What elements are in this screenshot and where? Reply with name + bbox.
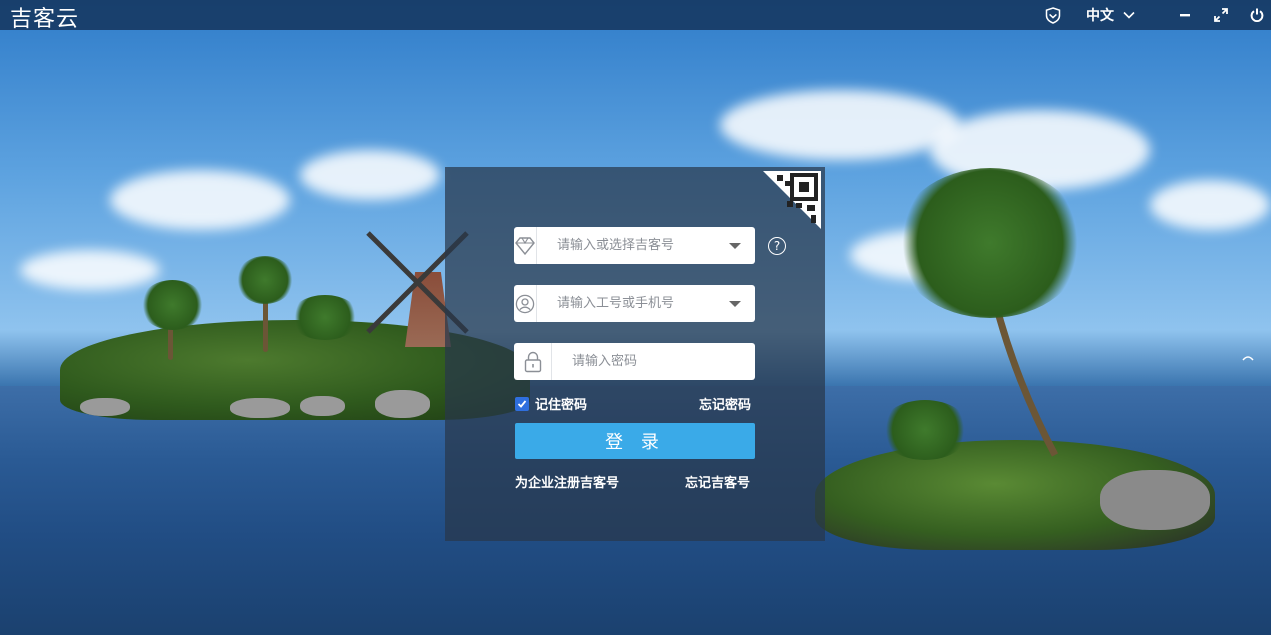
help-icon[interactable]: ? (768, 237, 786, 255)
language-selector[interactable]: 中文 (1086, 0, 1142, 30)
remember-password[interactable]: 记住密码 (515, 394, 587, 413)
account-input[interactable] (537, 229, 729, 262)
password-input[interactable] (552, 345, 755, 378)
maximize-icon (1214, 8, 1228, 22)
chevron-down-icon (1123, 11, 1135, 19)
language-label: 中文 (1086, 8, 1114, 24)
user-input[interactable] (537, 287, 729, 320)
account-dropdown-icon[interactable] (729, 242, 741, 249)
login-button[interactable]: 登 录 (515, 423, 755, 459)
check-icon (517, 399, 527, 408)
shield-icon (1045, 6, 1061, 24)
lock-icon (514, 343, 552, 380)
shield-button[interactable] (1043, 0, 1063, 30)
power-icon (1250, 8, 1264, 22)
app-title: 吉客云 (10, 7, 80, 32)
user-field (514, 285, 755, 322)
diamond-icon (514, 227, 537, 264)
login-panel: ? (445, 167, 825, 541)
password-field (514, 343, 755, 380)
account-field (514, 227, 755, 264)
remember-checkbox[interactable] (515, 396, 529, 411)
user-icon (514, 285, 537, 322)
user-dropdown-icon[interactable] (729, 300, 741, 307)
minimize-icon (1180, 14, 1190, 17)
remember-label: 记住密码 (535, 398, 588, 413)
qr-code-icon[interactable] (763, 171, 821, 229)
forgot-password-link[interactable]: 忘记密码 (699, 394, 751, 413)
maximize-button[interactable] (1212, 0, 1230, 30)
power-button[interactable] (1248, 0, 1266, 30)
register-link[interactable]: 为企业注册吉客号 (515, 472, 619, 491)
forgot-account-link[interactable]: 忘记吉客号 (685, 472, 750, 491)
login-screen: 吉客云 中文 请输入或选择吉客号 ? 请输入工号或手机号 记住密码 忘记密码 登… (0, 0, 1271, 635)
minimize-button[interactable] (1176, 0, 1194, 30)
title-bar: 吉客云 中文 (0, 0, 1271, 32)
